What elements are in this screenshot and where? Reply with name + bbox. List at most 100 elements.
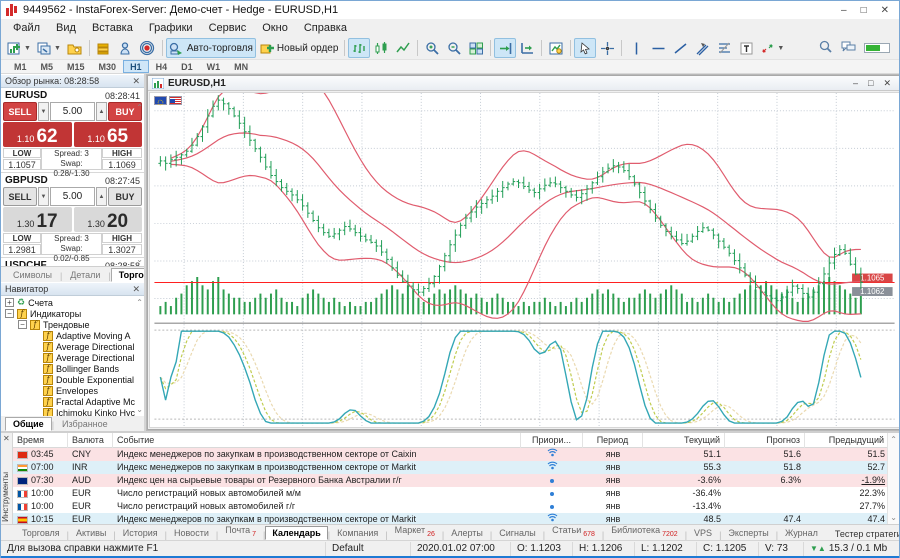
minimize-button[interactable]: – [841,5,847,16]
lot-decrease-button[interactable]: ▼ [38,102,49,121]
calendar-row[interactable]: 03:45CNYИндекс менеджеров по закупкам в … [13,448,887,461]
scroll-up-icon[interactable]: ⌃ [136,104,143,112]
timeframe-h4[interactable]: H4 [149,60,175,73]
maximize-button[interactable]: □ [861,5,867,16]
bottom-tab-library[interactable]: Библиотека 7202 [604,524,684,540]
menu-service[interactable]: Сервис [201,20,255,36]
search-button[interactable] [818,39,833,57]
scroll-down-icon[interactable]: ⌄ [136,406,143,414]
arrows-button[interactable]: ▼ [757,38,787,58]
bars-button[interactable] [348,38,370,58]
menu-help[interactable]: Справка [296,20,355,36]
status-profile[interactable]: Default [326,542,411,556]
calendar-row[interactable]: 07:00INRИндекс менеджеров по закупкам в … [13,461,887,474]
chart-title-bar[interactable]: EURUSD,H1 – □ ✕ [148,76,899,91]
timeframe-m5[interactable]: M5 [34,60,61,73]
new-chart-button[interactable]: ▼ [4,38,34,58]
calendar-column-header[interactable]: Текущий [643,433,725,448]
bottom-tab-vps[interactable]: VPS [687,526,719,540]
tile-windows-button[interactable] [465,38,487,58]
calendar-row[interactable]: 10:00EURЧисло регистраций новых автомоби… [13,487,887,500]
lot-value[interactable]: 5.00 [50,102,95,121]
chart-canvas[interactable]: 1.10651.1062 [149,92,899,428]
zoom-in-button[interactable] [421,38,443,58]
new-chart-caret-icon[interactable]: ▼ [24,45,31,52]
bottom-tab-calendar[interactable]: Календарь [265,526,327,540]
tree-item-ichimoku-kinko-hyс[interactable]: fIchimoku Kinko Hyс [1,407,144,416]
chart-maximize-button[interactable]: □ [868,78,873,89]
chart-shift-button[interactable] [516,38,538,58]
calendar-column-header[interactable]: Период [583,433,643,448]
calendar-column-header[interactable]: Предыдущий [805,433,887,448]
calendar-row[interactable]: 10:15EURИндекс менеджеров по закупкам в … [13,513,887,524]
timeframe-mn[interactable]: MN [227,60,255,73]
bottom-tab-market[interactable]: Маркет 26 [388,524,442,540]
scroll-down-icon[interactable]: ⌄ [136,256,143,264]
scroll-up-icon[interactable]: ⌃ [890,435,897,444]
symbol-name[interactable]: GBPUSD [5,175,48,186]
tree-item-счета[interactable]: +♻Счета [1,297,144,308]
market-watch-tab-details[interactable]: Детали [62,268,108,282]
text-button[interactable] [735,38,757,58]
candles-button[interactable] [370,38,392,58]
bottom-tab-assets[interactable]: Активы [69,526,113,540]
strategy-tester-label[interactable]: Тестер стратегий [825,528,899,540]
bottom-tab-alerts[interactable]: Алерты [444,526,490,540]
menu-insert[interactable]: Вставка [84,20,141,36]
expand-icon[interactable]: + [5,298,14,307]
chat-button[interactable] [841,39,856,57]
indicators-button[interactable] [545,38,567,58]
bottom-tab-company[interactable]: Компания [330,526,385,540]
menu-charts[interactable]: Графики [141,20,201,36]
signals-button[interactable] [137,38,159,58]
trendline-button[interactable] [669,38,691,58]
navigator-close-icon[interactable]: ✕ [132,284,140,295]
timeframe-m1[interactable]: M1 [7,60,34,73]
chart-close-button[interactable]: ✕ [883,78,891,89]
calendar-row[interactable]: 07:30AUDИндекс цен на сырьевые товары от… [13,474,887,487]
new-order-button[interactable]: Новый ордер [256,38,342,58]
sell-button-gbpusd[interactable]: SELL [3,187,37,206]
hline-button[interactable] [647,38,669,58]
market-watch-close-icon[interactable]: ✕ [132,76,140,87]
bottom-tab-history[interactable]: История [116,526,165,540]
collapse-icon[interactable]: − [5,309,14,318]
line-chart-button[interactable] [392,38,414,58]
navigator-tab-common[interactable]: Общие [5,417,52,431]
bottom-tab-trade[interactable]: Торговля [15,526,67,540]
scroll-up-icon[interactable]: ⌃ [136,299,143,307]
tree-item-double-exponential[interactable]: fDouble Exponential [1,374,144,385]
lot-increase-button[interactable]: ▲ [96,102,107,121]
crosshair-button[interactable] [596,38,618,58]
calendar-column-header[interactable]: Валюта [68,433,113,448]
scroll-down-icon[interactable]: ⌄ [890,513,897,522]
sell-button-eurusd[interactable]: SELL [3,102,37,121]
calendar-column-header[interactable]: Событие [113,433,521,448]
price-chart[interactable]: 1.10651.1062 [150,93,899,427]
chart-minimize-button[interactable]: – [853,78,858,89]
buy-button-gbpusd[interactable]: BUY [108,187,142,206]
calendar-column-header[interactable]: Время [13,433,68,448]
calendar-row[interactable]: 10:00EURЧисло регистраций новых автомоби… [13,500,887,513]
zoom-out-button[interactable] [443,38,465,58]
lot-value[interactable]: 5.00 [50,187,95,206]
toolbox-close-icon[interactable]: ✕ [3,434,10,443]
bottom-tab-signals[interactable]: Сигналы [492,526,543,540]
vline-button[interactable] [625,38,647,58]
bottom-tab-experts[interactable]: Эксперты [721,526,775,540]
tree-item-average-directional[interactable]: fAverage Directional [1,352,144,363]
arrows-caret-icon[interactable]: ▼ [777,45,784,52]
cursor-button[interactable] [574,38,596,58]
market-watch-tab-symbols[interactable]: Символы [5,268,60,282]
calendar-column-header[interactable]: Прогноз [725,433,805,448]
tree-item-bollinger-bands[interactable]: fBollinger Bands [1,363,144,374]
history-button[interactable] [64,38,86,58]
calendar-column-header[interactable]: Приори... [521,433,583,448]
profiles-caret-icon[interactable]: ▼ [54,45,61,52]
timeframe-m15[interactable]: M15 [60,60,92,73]
timeframe-d1[interactable]: D1 [174,60,200,73]
timeframe-w1[interactable]: W1 [200,60,228,73]
collapse-icon[interactable]: − [18,320,27,329]
timeframe-m30[interactable]: M30 [92,60,124,73]
symbol-name[interactable]: USDCHF [5,260,47,267]
